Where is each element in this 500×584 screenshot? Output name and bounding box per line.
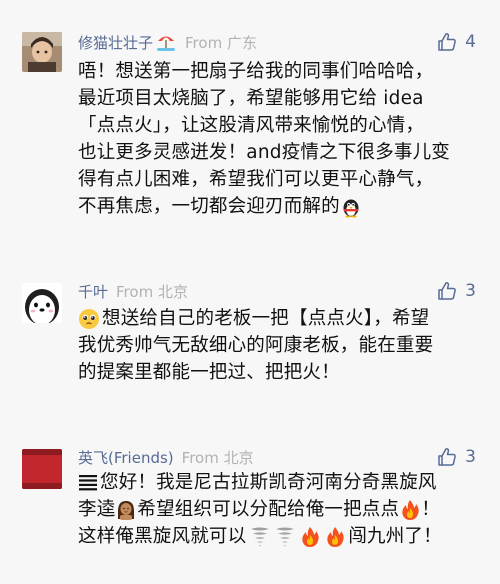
location: From 北京	[116, 282, 188, 301]
woman-tipping-hand-emoji	[115, 499, 137, 521]
penguin-emoji	[340, 196, 362, 218]
text-span: 李逵	[78, 499, 116, 520]
comment-header: 千叶 From 北京	[78, 279, 188, 303]
text-line: 「点点火」，让这股清风带来愉悦的心情，	[78, 115, 425, 136]
like-count: 3	[465, 447, 476, 467]
text-span: 闯九州了！	[348, 526, 442, 547]
text-span: ！	[421, 499, 440, 520]
beach-umbrella-emoji	[155, 31, 177, 53]
comment-list: 修猫壮壮子 From 广东 4 唔！想送第一把扇子给我的同事们哈哈哈， 最近项目…	[0, 0, 500, 584]
like-button[interactable]: 3	[437, 445, 476, 469]
text-line: 李逵 希望组织可以分配给俺一把点点 ！	[78, 496, 486, 523]
pleading-face-emoji	[78, 308, 100, 330]
thumbs-up-icon	[438, 33, 457, 51]
text-line: 这样俺黑旋风就可以 闯九州了！	[78, 523, 486, 550]
text-line: 想送给自己的老板一把【点点火】，希望	[78, 305, 486, 332]
comment-header: 英飞(Friends) From 北京	[78, 445, 254, 469]
like-count: 3	[465, 281, 476, 301]
text-span: 希望组织可以分配给俺一把点点	[137, 499, 400, 520]
comment-text: 唔！想送第一把扇子给我的同事们哈哈哈， 最近项目太烧脑了，希望能够用它给 ide…	[78, 58, 486, 220]
avatar[interactable]	[22, 449, 62, 489]
like-button[interactable]: 3	[437, 279, 476, 303]
text-span: 想送给自己的老板一把【点点火】，希望	[102, 308, 430, 329]
text-line: 唔！想送第一把扇子给我的同事们哈哈哈，	[78, 61, 434, 82]
text-line: 不再焦虑，一切都会迎刃而解的	[78, 193, 486, 220]
fire-emoji	[324, 526, 346, 548]
thumbs-up-icon	[438, 448, 457, 466]
tornado-emoji	[249, 526, 271, 548]
text-span: 您好！我是尼古拉斯凯奇河南分奇黑旋风	[100, 472, 437, 493]
thumbs-up-icon	[438, 282, 457, 300]
fire-emoji	[399, 499, 421, 521]
comment-header: 修猫壮壮子 From 广东	[78, 30, 257, 54]
location: From 北京	[181, 448, 254, 467]
text-span: 不再焦虑，一切都会迎刃而解的	[78, 196, 340, 217]
menu-lines-emoji	[78, 472, 98, 494]
fire-emoji	[299, 526, 321, 548]
text-line: 得有点儿困难，希望我们可以更平心静气，	[78, 169, 434, 190]
avatar[interactable]	[22, 32, 62, 72]
text-line: 的提案里都能一把过、把把火！	[78, 362, 340, 383]
text-line: 您好！我是尼古拉斯凯奇河南分奇黑旋风	[78, 469, 486, 496]
text-line: 我优秀帅气无敌细心的阿康老板，能在重要	[78, 335, 434, 356]
comment-text: 您好！我是尼古拉斯凯奇河南分奇黑旋风 李逵 希望组织可以分配给俺一把点点 ！ 这…	[78, 469, 486, 550]
text-line: 也让更多灵感迸发！and疫情之下很多事儿变	[78, 142, 451, 163]
like-button[interactable]: 4	[437, 30, 476, 54]
nickname[interactable]: 千叶	[78, 281, 108, 302]
tornado-emoji	[274, 526, 296, 548]
text-span: 这样俺黑旋风就可以	[78, 526, 247, 547]
like-count: 4	[465, 32, 476, 52]
nickname[interactable]: 修猫壮壮子	[78, 32, 153, 53]
avatar[interactable]	[22, 283, 62, 323]
comment-text: 想送给自己的老板一把【点点火】，希望 我优秀帅气无敌细心的阿康老板，能在重要 的…	[78, 305, 486, 386]
text-line: 最近项目太烧脑了，希望能够用它给 idea	[78, 88, 424, 109]
nickname[interactable]: 英飞(Friends)	[78, 447, 174, 468]
location: From 广东	[185, 33, 257, 52]
